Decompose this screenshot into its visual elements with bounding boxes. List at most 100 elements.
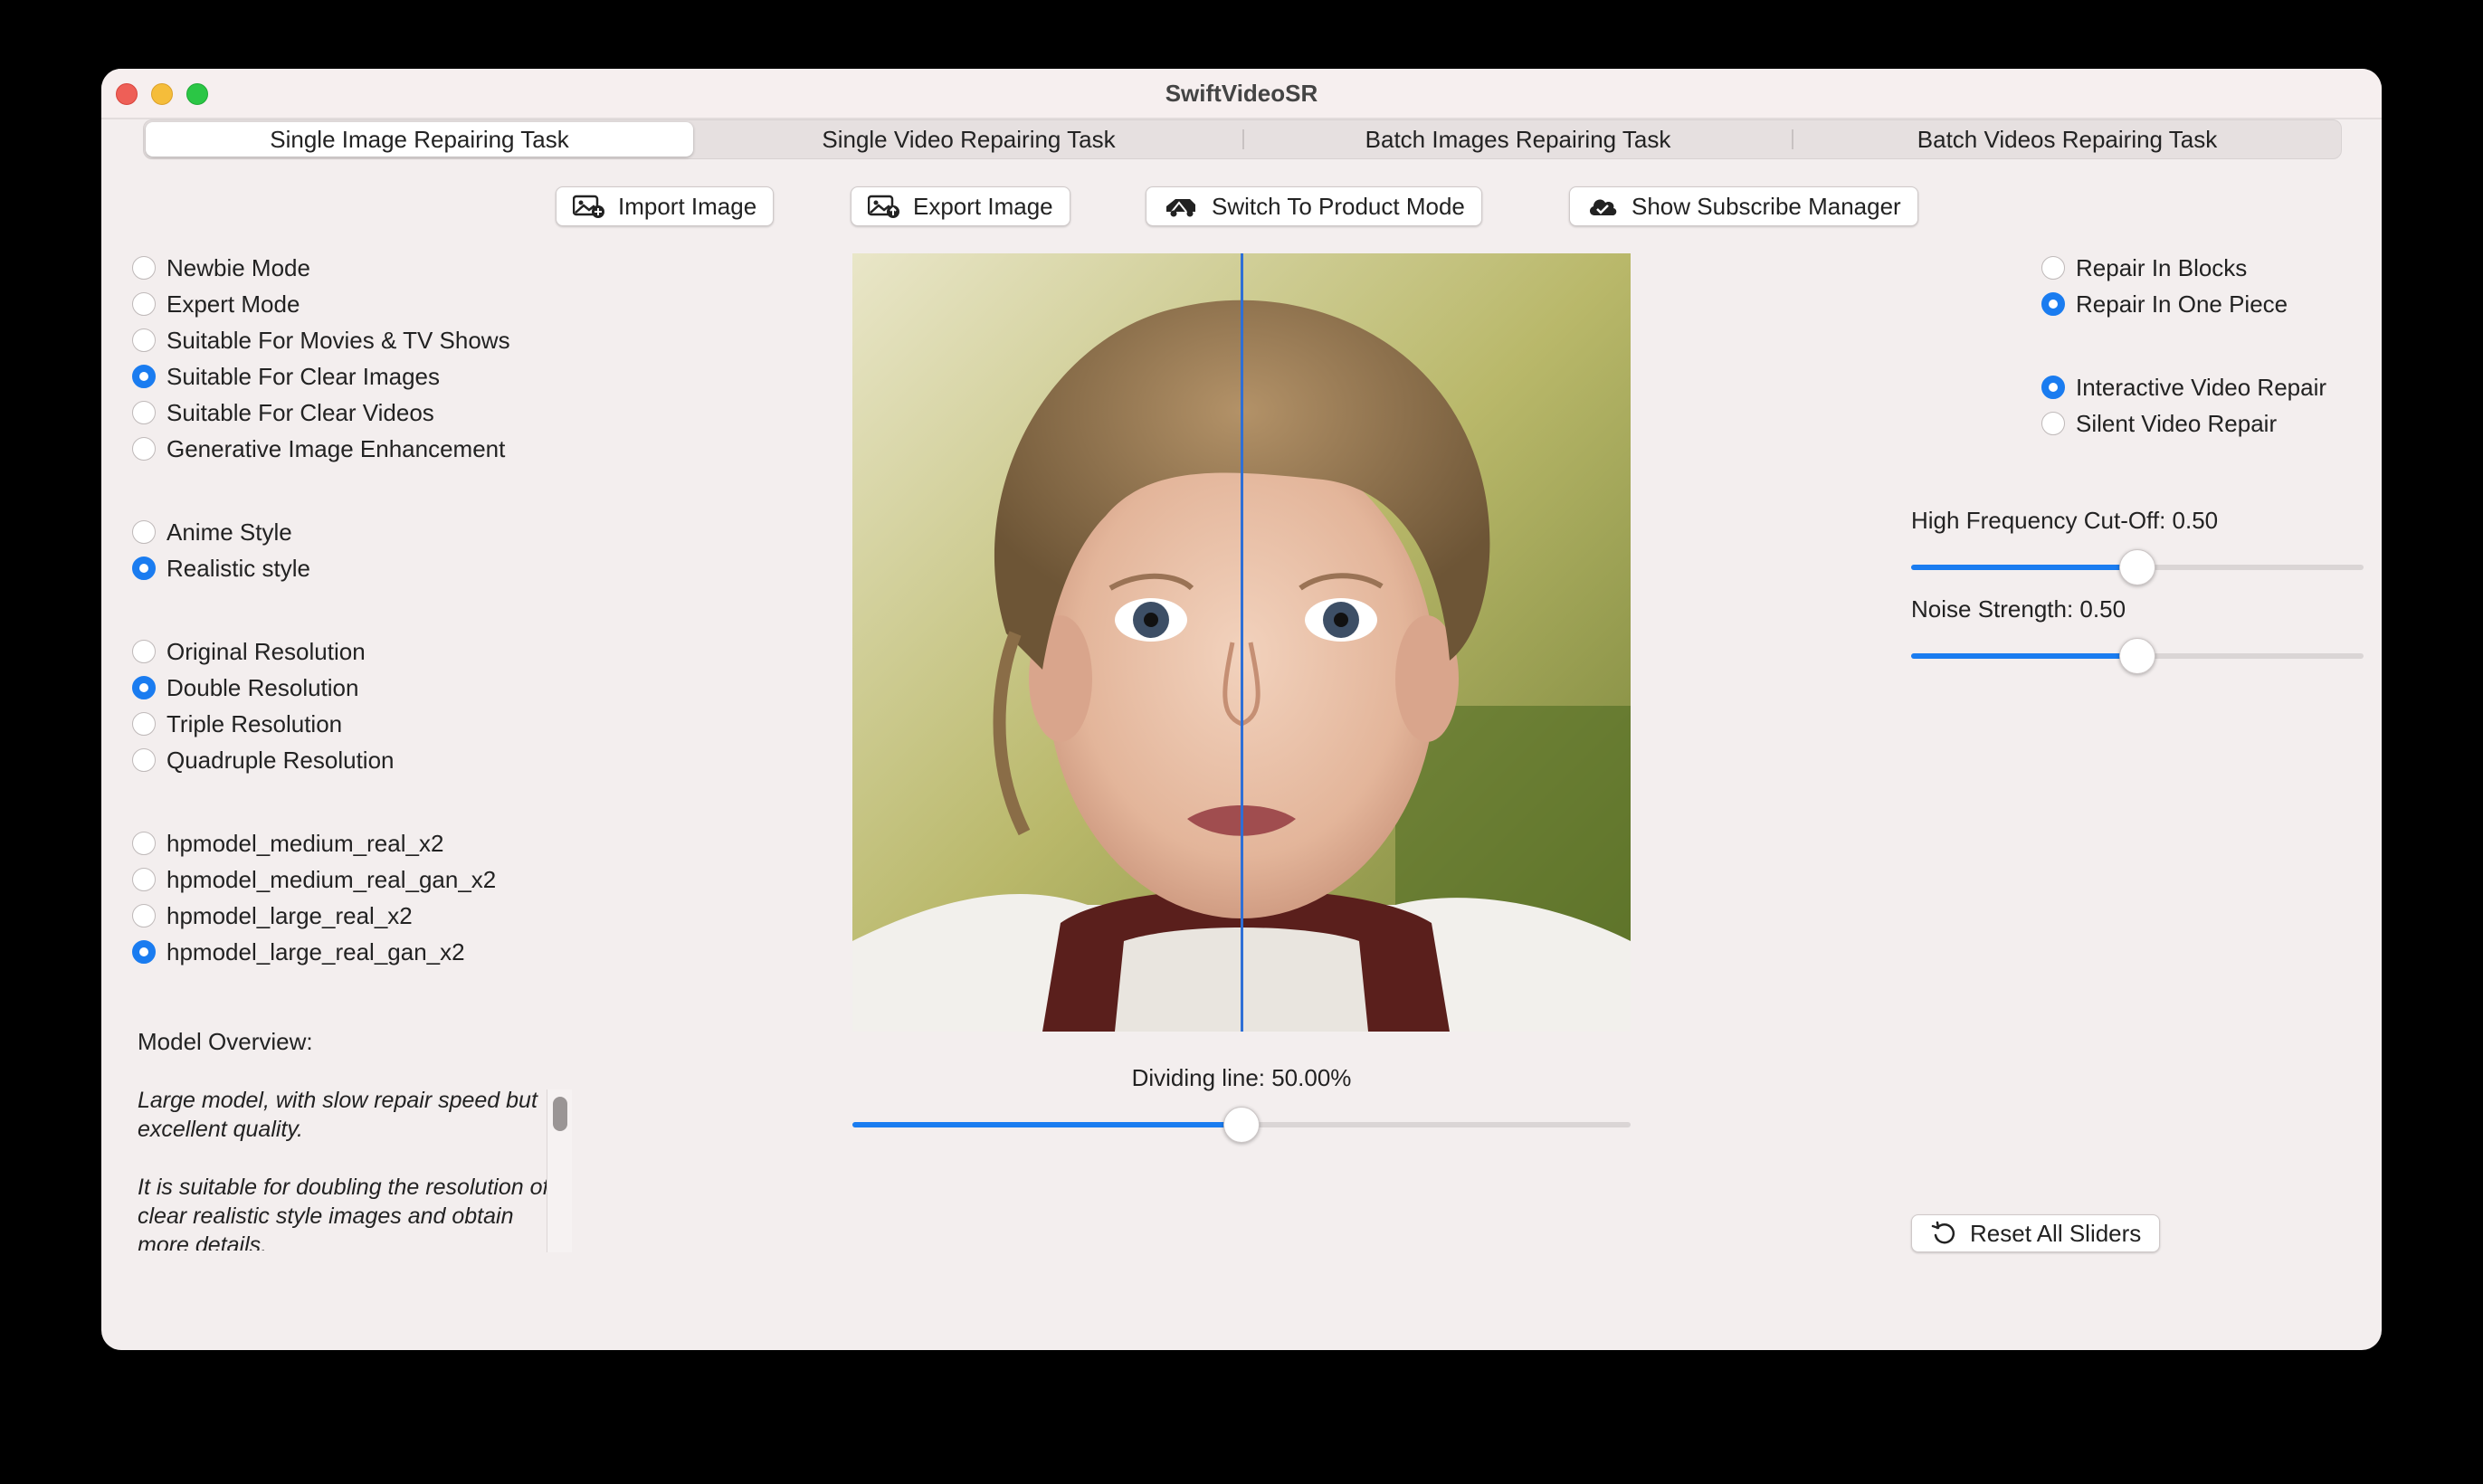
radio-realistic-style[interactable]: Realistic style (132, 550, 310, 586)
radio-clear-videos[interactable]: Suitable For Clear Videos (132, 395, 510, 431)
model-overview-label: Model Overview: (138, 1028, 313, 1055)
dividing-line-label: Dividing line: 50.00% (1131, 1064, 1352, 1091)
style-radio-group: Anime Style Realistic style (132, 514, 310, 586)
slider-knob[interactable] (1223, 1107, 1260, 1143)
overview-paragraph: It is suitable for doubling the resoluti… (138, 1175, 549, 1251)
switch-mode-icon (1166, 199, 1195, 217)
mode-radio-group: Newbie Mode Expert Mode Suitable For Mov… (132, 250, 510, 467)
radio-label: Suitable For Clear Images (166, 362, 441, 390)
radio-button[interactable] (132, 556, 156, 580)
radio-button[interactable] (132, 437, 156, 461)
radio-button[interactable] (132, 940, 156, 964)
radio-label: Suitable For Clear Videos (166, 398, 434, 426)
radio-label: Original Resolution (166, 637, 366, 665)
radio-anime-style[interactable]: Anime Style (132, 514, 310, 550)
radio-button[interactable] (132, 401, 156, 424)
high-frequency-slider[interactable] (1911, 549, 2364, 585)
radio-movies-tv[interactable]: Suitable For Movies & TV Shows (132, 322, 510, 358)
radio-button[interactable] (132, 904, 156, 928)
cloud-check-icon (1589, 199, 1617, 215)
radio-button[interactable] (132, 748, 156, 772)
slider-knob[interactable] (2119, 638, 2155, 674)
radio-label: Expert Mode (166, 290, 300, 318)
radio-label: Newbie Mode (166, 253, 310, 281)
radio-expert-mode[interactable]: Expert Mode (132, 286, 510, 322)
slider-knob[interactable] (2119, 549, 2155, 585)
radio-repair-in-one-piece[interactable]: Repair In One Piece (2041, 286, 2288, 322)
radio-label: hpmodel_large_real_x2 (166, 901, 413, 929)
app-window: SwiftVideoSR Single Image Repairing Task… (101, 69, 2382, 1350)
radio-button[interactable] (132, 640, 156, 663)
radio-button[interactable] (132, 676, 156, 699)
radio-label: Silent Video Repair (2076, 409, 2278, 437)
overview-paragraph: Large model, with slow repair speed but … (138, 1088, 538, 1142)
radio-button[interactable] (132, 328, 156, 352)
radio-label: Interactive Video Repair (2076, 373, 2327, 401)
radio-silent-video-repair[interactable]: Silent Video Repair (2041, 405, 2326, 442)
subscribe-manager-button[interactable]: Show Subscribe Manager (1569, 186, 1918, 226)
export-image-icon (868, 195, 899, 218)
radio-generative-enhancement[interactable]: Generative Image Enhancement (132, 431, 510, 467)
import-image-label: Import Image (618, 192, 757, 220)
radio-newbie-mode[interactable]: Newbie Mode (132, 250, 510, 286)
radio-triple-resolution[interactable]: Triple Resolution (132, 706, 395, 742)
radio-label: Suitable For Movies & TV Shows (166, 326, 510, 354)
radio-label: Triple Resolution (166, 709, 343, 737)
task-tabs: Single Image Repairing Task Single Video… (143, 119, 2342, 159)
video-repair-radio-group: Interactive Video Repair Silent Video Re… (2041, 369, 2326, 442)
radio-model-medium-real-gan[interactable]: hpmodel_medium_real_gan_x2 (132, 861, 496, 898)
slider-fill (852, 1122, 1242, 1127)
reset-icon (1931, 1221, 1955, 1244)
radio-model-large-real[interactable]: hpmodel_large_real_x2 (132, 898, 496, 934)
tab-single-image[interactable]: Single Image Repairing Task (146, 122, 693, 157)
radio-button[interactable] (2041, 376, 2065, 399)
radio-model-large-real-gan[interactable]: hpmodel_large_real_gan_x2 (132, 934, 496, 970)
switch-product-mode-label: Switch To Product Mode (1212, 192, 1465, 220)
slider-fill (1911, 653, 2137, 659)
radio-interactive-video-repair[interactable]: Interactive Video Repair (2041, 369, 2326, 405)
overview-scroll-thumb[interactable] (553, 1097, 567, 1131)
radio-model-medium-real[interactable]: hpmodel_medium_real_x2 (132, 825, 496, 861)
radio-original-resolution[interactable]: Original Resolution (132, 633, 395, 670)
export-image-label: Export Image (913, 192, 1053, 220)
repair-block-radio-group: Repair In Blocks Repair In One Piece (2041, 250, 2288, 322)
subscribe-manager-label: Show Subscribe Manager (1632, 192, 1901, 220)
import-image-icon (573, 195, 604, 218)
radio-label: Repair In Blocks (2076, 253, 2248, 281)
noise-strength-slider[interactable] (1911, 638, 2364, 674)
radio-double-resolution[interactable]: Double Resolution (132, 670, 395, 706)
radio-button[interactable] (2041, 256, 2065, 280)
import-image-button[interactable]: Import Image (556, 186, 775, 226)
radio-label: hpmodel_large_real_gan_x2 (166, 937, 465, 966)
window-title: SwiftVideoSR (1165, 80, 1318, 107)
radio-button[interactable] (132, 832, 156, 855)
model-overview-text[interactable]: Large model, with slow repair speed but … (138, 1086, 608, 1251)
tab-batch-videos[interactable]: Batch Videos Repairing Task (1793, 120, 2341, 158)
export-image-button[interactable]: Export Image (851, 186, 1070, 226)
title-bar: SwiftVideoSR (101, 69, 2382, 119)
radio-button[interactable] (132, 256, 156, 280)
dividing-line-slider[interactable] (852, 1107, 1631, 1143)
radio-label: Realistic style (166, 554, 310, 582)
radio-button[interactable] (132, 292, 156, 316)
radio-button[interactable] (132, 520, 156, 544)
radio-button[interactable] (132, 712, 156, 736)
model-radio-group: hpmodel_medium_real_x2 hpmodel_medium_re… (132, 825, 496, 970)
radio-label: hpmodel_medium_real_x2 (166, 829, 444, 857)
reset-all-sliders-button[interactable]: Reset All Sliders (1911, 1214, 2161, 1252)
noise-strength-label: Noise Strength: 0.50 (1911, 595, 2126, 623)
radio-quadruple-resolution[interactable]: Quadruple Resolution (132, 742, 395, 778)
radio-repair-in-blocks[interactable]: Repair In Blocks (2041, 250, 2288, 286)
radio-clear-images[interactable]: Suitable For Clear Images (132, 358, 510, 395)
tab-single-video[interactable]: Single Video Repairing Task (695, 120, 1242, 158)
radio-label: Quadruple Resolution (166, 746, 395, 774)
radio-button[interactable] (2041, 412, 2065, 435)
dividing-line[interactable] (1241, 253, 1243, 1032)
radio-button[interactable] (2041, 292, 2065, 316)
tab-batch-images[interactable]: Batch Images Repairing Task (1244, 120, 1792, 158)
radio-button[interactable] (132, 868, 156, 891)
radio-label: Anime Style (166, 518, 292, 546)
high-frequency-label: High Frequency Cut-Off: 0.50 (1911, 507, 2219, 534)
switch-product-mode-button[interactable]: Switch To Product Mode (1146, 186, 1482, 226)
radio-button[interactable] (132, 365, 156, 388)
